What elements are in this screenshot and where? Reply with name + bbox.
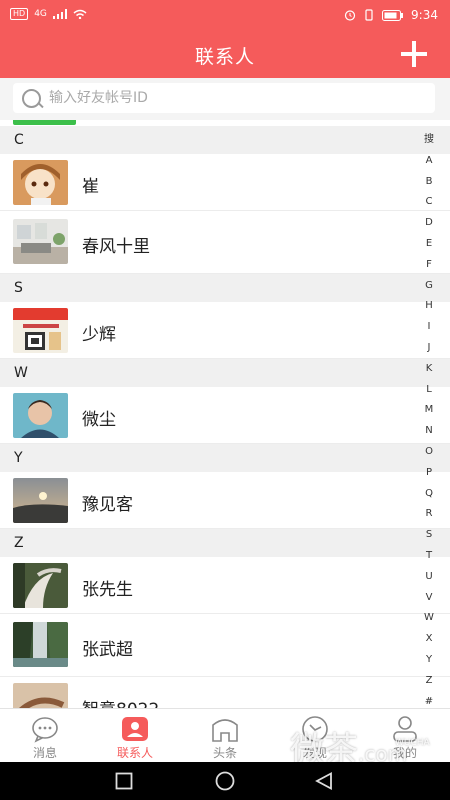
system-nav-bar [0,762,450,800]
contact-name: 豫见客 [82,495,133,515]
contact-row[interactable]: 微尘 [0,387,450,444]
index-letter[interactable]: W [418,608,440,629]
signal-icon [52,9,67,19]
search-icon [22,89,41,108]
tab-label: 消息 [32,746,57,760]
home-icon[interactable] [214,771,236,791]
contact-name: 张先生 [82,580,133,600]
page-title: 联系人 [194,46,255,68]
add-contact-button[interactable] [398,38,430,70]
new-friends-indicator [13,120,76,125]
index-letter[interactable]: L [418,380,440,401]
alphabet-index-bar[interactable]: 搜 A B C D E F G H I J K L M N O P Q R S … [418,130,440,712]
avatar [13,563,68,608]
contact-card-icon [122,717,148,741]
index-letter[interactable]: X [418,629,440,650]
avatar [13,622,68,667]
wifi-icon [73,9,87,19]
avatar [13,219,68,264]
hd-badge: HD [10,8,29,20]
index-letter[interactable]: R [418,504,440,525]
avatar [13,308,68,353]
index-letter[interactable]: Z [418,671,440,692]
contact-name: 微尘 [82,410,116,430]
contact-row[interactable]: 智意8022 [0,677,450,708]
index-letter[interactable]: G [418,276,440,297]
index-letter[interactable]: B [418,172,440,193]
index-letter[interactable]: U [418,567,440,588]
nav-bar: 联系人 [0,30,450,78]
avatar [13,160,68,205]
news-icon [212,719,238,742]
watermark-brand: WUCHA [395,738,430,748]
back-icon[interactable] [315,772,333,790]
contact-row[interactable]: 崔 [0,154,450,211]
contact-row[interactable]: 少辉 [0,302,450,359]
clock: 9:34 [411,8,438,22]
index-letter[interactable]: V [418,588,440,609]
chat-bubble-icon [32,717,58,743]
recent-apps-icon[interactable] [115,772,133,790]
index-letter[interactable]: E [418,234,440,255]
index-letter[interactable]: P [418,463,440,484]
index-letter[interactable]: T [418,546,440,567]
index-letter[interactable]: N [418,421,440,442]
search-box [13,83,435,113]
contact-row[interactable]: 豫见客 [0,472,450,529]
index-letter[interactable]: K [418,359,440,380]
contact-row[interactable]: 张先生 [0,557,450,614]
index-letter[interactable]: D [418,213,440,234]
search-bar [0,78,450,120]
index-letter[interactable]: J [418,338,440,359]
index-letter[interactable]: S [418,525,440,546]
alarm-icon [344,10,356,21]
index-letter[interactable]: C [418,192,440,213]
contact-row[interactable]: 春风十里 [0,211,450,274]
index-letter[interactable]: A [418,151,440,172]
contact-name: 少辉 [82,325,116,345]
index-letter[interactable]: Q [418,484,440,505]
avatar [13,393,68,438]
section-header-w: W [0,359,450,387]
contact-name: 崔 [82,177,99,197]
tab-contacts[interactable]: 联系人 [90,709,180,763]
index-search[interactable]: 搜 [418,130,440,151]
avatar [13,683,68,708]
tab-messages[interactable]: 消息 [0,709,90,763]
contact-name: 春风十里 [82,237,150,257]
index-letter[interactable]: I [418,317,440,338]
signal-label: 4G [34,9,47,19]
index-letter[interactable]: M [418,400,440,421]
index-letter[interactable]: H [418,296,440,317]
avatar [13,478,68,523]
search-input[interactable] [49,83,419,113]
index-letter[interactable]: F [418,255,440,276]
contact-name: 智意8022 [82,695,159,708]
section-header-z: Z [0,529,450,557]
vibrate-icon [365,9,373,21]
contact-row[interactable]: 张武超 [0,614,450,677]
section-header-s: S [0,274,450,302]
tab-label: 联系人 [116,746,153,760]
index-letter[interactable]: O [418,442,440,463]
section-header-y: Y [0,444,450,472]
section-header-c: C [0,126,450,154]
tab-label: 头条 [212,746,237,760]
battery-icon [382,9,404,21]
contact-list[interactable]: C 崔 春风十里 S 少辉 W 微尘 Y 豫见客 Z 张先生 张武超 [0,126,450,708]
tab-news[interactable]: 头条 [180,709,270,763]
contact-name: 张武超 [82,640,133,660]
status-bar: HD 4G 9:34 [0,0,450,30]
index-letter[interactable]: Y [418,650,440,671]
